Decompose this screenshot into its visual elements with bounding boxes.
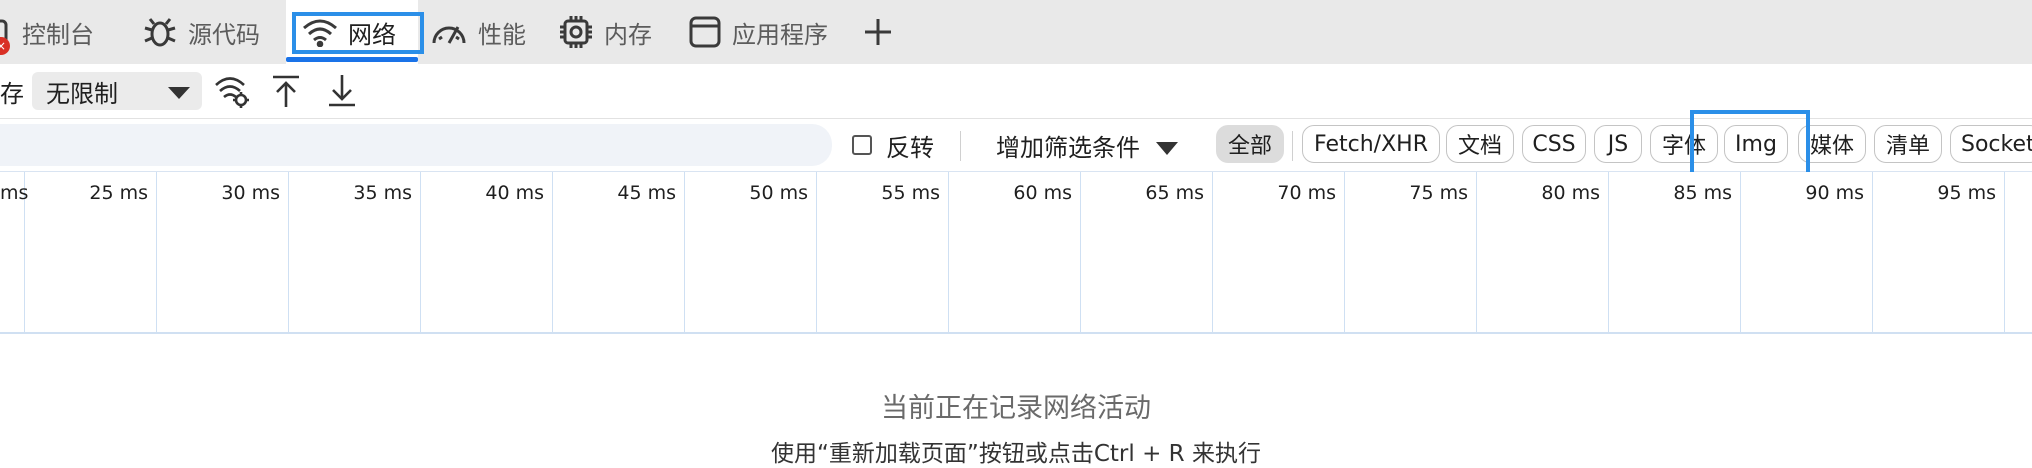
empty-state-hint: 使用“重新加载页面”按钮或点击Ctrl + R 来执行 bbox=[771, 441, 1261, 467]
invert-label: 反转 bbox=[886, 133, 934, 162]
timeline-tick-label: 45 ms bbox=[617, 182, 676, 204]
timeline-gridline bbox=[288, 172, 289, 332]
tab-console[interactable]: × 控制台 bbox=[0, 0, 110, 64]
tab-application[interactable]: 应用程序 bbox=[688, 0, 848, 64]
timeline-overview[interactable]: ms 25 ms 30 ms 35 ms 40 ms 45 ms 50 ms 55 ms 60 … bbox=[0, 172, 2032, 334]
timeline-tick-label: 30 ms bbox=[221, 182, 280, 204]
timeline-gridline bbox=[1212, 172, 1213, 332]
divider bbox=[1292, 131, 1293, 161]
timeline-gridline bbox=[816, 172, 817, 332]
tab-label: 应用程序 bbox=[732, 20, 828, 49]
timeline-gridline bbox=[948, 172, 949, 332]
timeline-tick-label: 85 ms bbox=[1673, 182, 1732, 204]
timeline-gridline bbox=[684, 172, 685, 332]
timeline-gridline bbox=[552, 172, 553, 332]
throttling-select[interactable]: 无限制 bbox=[32, 72, 202, 110]
add-tab-button[interactable] bbox=[858, 0, 898, 64]
timeline-gridline bbox=[2004, 172, 2005, 332]
timeline-tick-label: 35 ms bbox=[353, 182, 412, 204]
bug-icon bbox=[142, 14, 178, 50]
timeline-tick-label: 95 ms bbox=[1937, 182, 1996, 204]
tab-performance[interactable]: 性能 bbox=[430, 0, 550, 64]
timeline-tick-label: 75 ms bbox=[1409, 182, 1468, 204]
filter-input[interactable] bbox=[0, 124, 832, 166]
tab-label: 控制台 bbox=[22, 20, 94, 49]
empty-state-title: 当前正在记录网络活动 bbox=[881, 393, 1151, 424]
timeline-tick-label: 55 ms bbox=[881, 182, 940, 204]
download-icon[interactable] bbox=[322, 71, 362, 111]
filter-chip-doc[interactable]: 文档 bbox=[1446, 125, 1514, 163]
devtools-tab-bar: × 控制台 源代码 网络 性能 内存 应用程序 bbox=[0, 0, 2032, 64]
tab-label: 内存 bbox=[604, 20, 652, 49]
chevron-down-icon bbox=[1156, 141, 1178, 155]
console-icon: × bbox=[0, 15, 12, 55]
timeline-gridline bbox=[1872, 172, 1873, 332]
divider bbox=[960, 131, 961, 161]
filter-chip-all[interactable]: 全部 bbox=[1216, 125, 1284, 163]
timeline-gridline bbox=[1080, 172, 1081, 332]
timeline-gridline bbox=[1476, 172, 1477, 332]
filter-chip-js[interactable]: JS bbox=[1594, 125, 1642, 163]
timeline-tick-label: 70 ms bbox=[1277, 182, 1336, 204]
timeline-gridline bbox=[1344, 172, 1345, 332]
tab-label: 性能 bbox=[478, 20, 526, 49]
plus-icon bbox=[863, 17, 893, 47]
filter-chip-css[interactable]: CSS bbox=[1522, 125, 1586, 163]
timeline-tick-label: 25 ms bbox=[89, 182, 148, 204]
more-filters-dropdown[interactable]: 增加筛选条件 bbox=[996, 119, 1178, 171]
timeline-gridline bbox=[420, 172, 421, 332]
timeline-gridline bbox=[1608, 172, 1609, 332]
checkbox-icon bbox=[852, 135, 872, 155]
filter-chip-fetch-xhr[interactable]: Fetch/XHR bbox=[1302, 125, 1440, 163]
filter-chip-socket[interactable]: Socket bbox=[1950, 125, 2032, 163]
active-tab-indicator bbox=[286, 57, 418, 62]
window-icon bbox=[688, 15, 722, 49]
chip-icon bbox=[558, 14, 594, 50]
timeline-tick-label: ms bbox=[0, 182, 29, 204]
tab-sources[interactable]: 源代码 bbox=[142, 0, 272, 64]
highlight-box bbox=[292, 12, 424, 54]
chevron-down-icon bbox=[168, 87, 190, 99]
timeline-tick-label: 50 ms bbox=[749, 182, 808, 204]
tab-label: 源代码 bbox=[188, 20, 260, 49]
timeline-tick-label: 60 ms bbox=[1013, 182, 1072, 204]
timeline-tick-label: 40 ms bbox=[485, 182, 544, 204]
disable-cache-label[interactable]: 存 bbox=[0, 64, 24, 118]
timeline-tick-label: 80 ms bbox=[1541, 182, 1600, 204]
invert-checkbox[interactable]: 反转 bbox=[852, 119, 934, 171]
throttling-value: 无限制 bbox=[46, 79, 118, 108]
timeline-tick-label: 90 ms bbox=[1805, 182, 1864, 204]
upload-icon[interactable] bbox=[266, 71, 306, 111]
tab-memory[interactable]: 内存 bbox=[558, 0, 678, 64]
gauge-icon bbox=[430, 17, 468, 47]
timeline-gridline bbox=[1740, 172, 1741, 332]
more-filters-label: 增加筛选条件 bbox=[996, 133, 1140, 162]
timeline-gridline bbox=[156, 172, 157, 332]
filter-chip-manifest[interactable]: 清单 bbox=[1874, 125, 1942, 163]
timeline-tick-label: 65 ms bbox=[1145, 182, 1204, 204]
network-conditions-icon[interactable] bbox=[212, 71, 252, 111]
